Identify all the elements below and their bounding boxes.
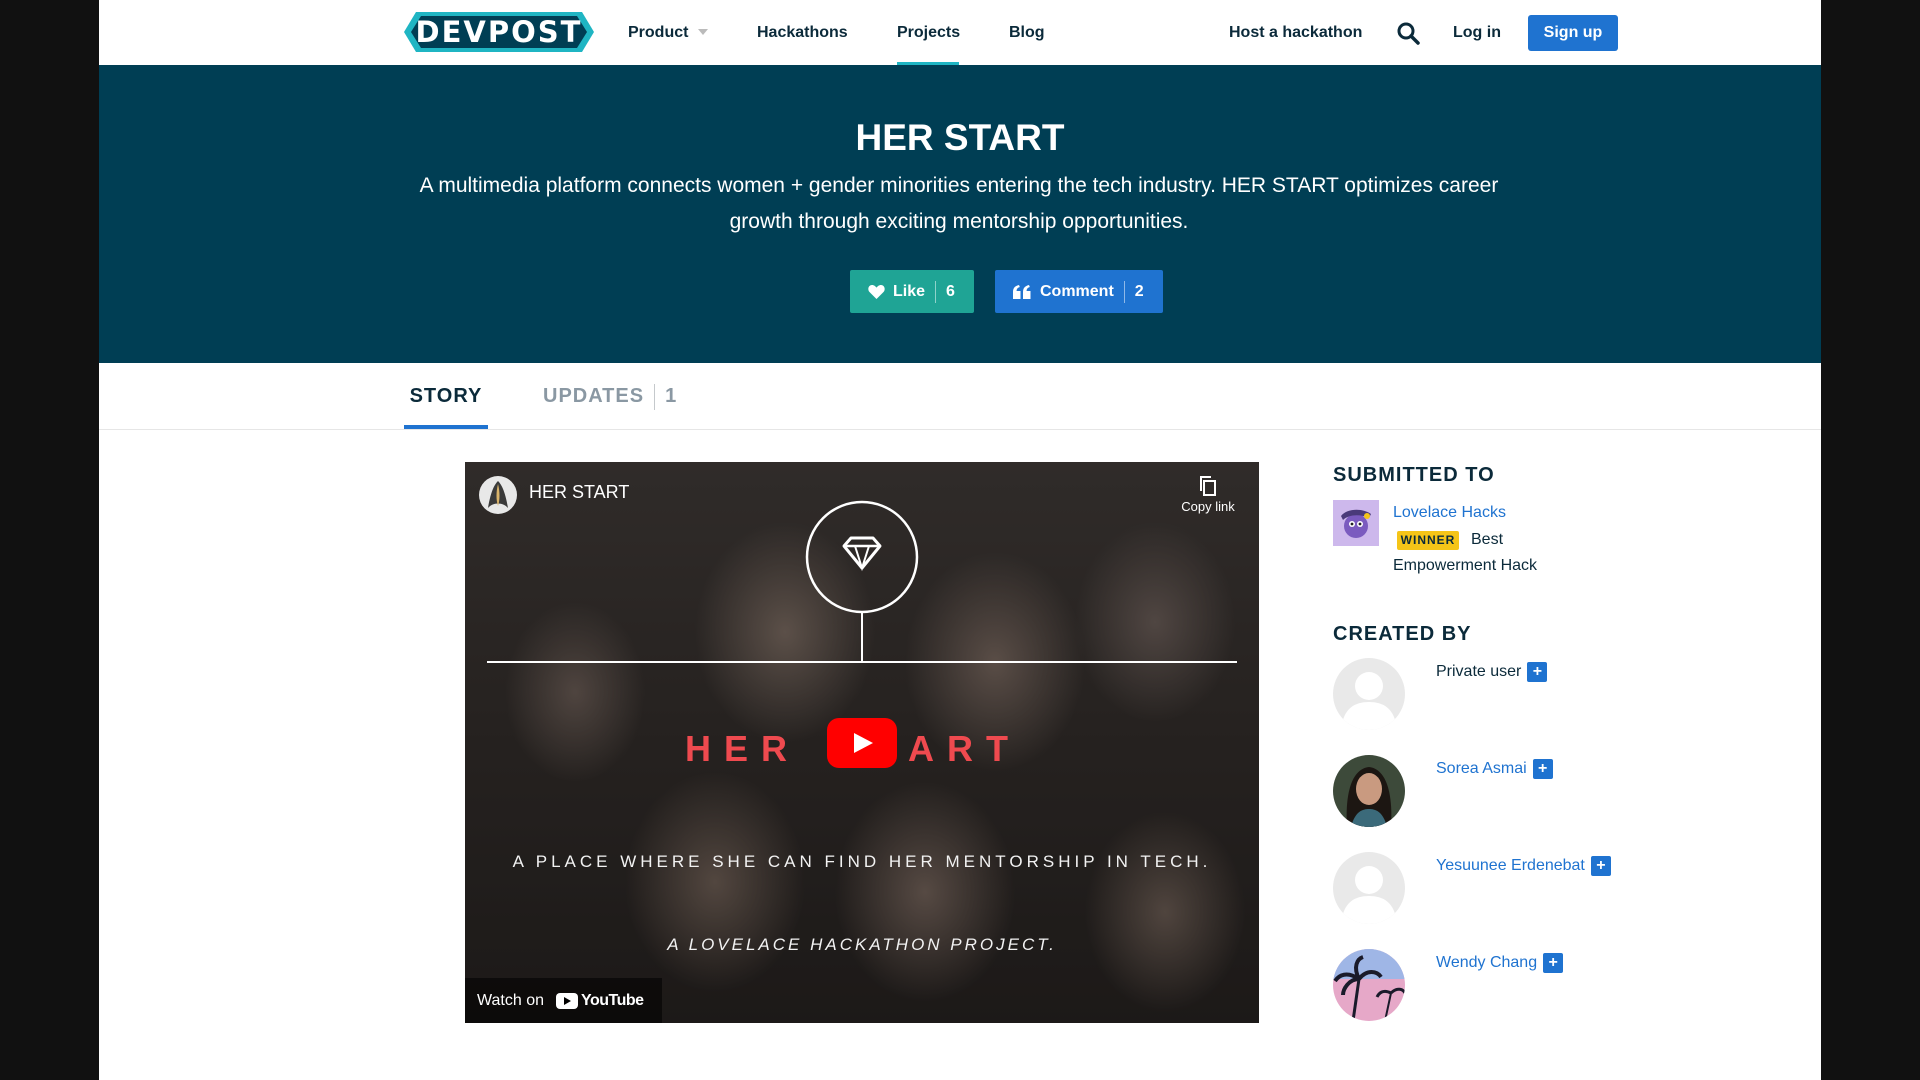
- tab-story[interactable]: STORY: [404, 363, 488, 429]
- submitted-to-heading: SUBMITTED TO: [1333, 464, 1495, 486]
- divider: [654, 383, 656, 410]
- nav-product-label: Product: [628, 24, 689, 41]
- video-subtagline: A LOVELACE HACKATHON PROJECT.: [667, 935, 1057, 954]
- video-brand-text-right: ART: [908, 728, 1021, 769]
- palm-tree-photo-icon: [1333, 949, 1405, 1021]
- hackathon-logo[interactable]: [1333, 500, 1379, 546]
- default-user-icon: [1333, 658, 1405, 730]
- prize-name-line1: Best: [1471, 531, 1504, 548]
- project-tabs: STORY UPDATES 1: [99, 363, 1821, 430]
- member-yesuunee-erdenebat[interactable]: Yesuunee Erdenebat +: [1436, 856, 1611, 876]
- divider: [935, 280, 937, 303]
- nav-blog[interactable]: Blog: [1009, 0, 1045, 65]
- youtube-play-icon: [556, 992, 578, 1009]
- video-tagline: A PLACE WHERE SHE CAN FIND HER MENTORSHI…: [512, 852, 1212, 871]
- created-by-heading: CREATED BY: [1333, 623, 1472, 645]
- logo-text: DEVPOST: [415, 15, 583, 49]
- user-photo-icon: [1333, 755, 1405, 827]
- video-title[interactable]: HER START: [529, 482, 629, 503]
- watch-on-youtube-button[interactable]: Watch on YouTube: [465, 978, 662, 1023]
- follow-plus-button[interactable]: +: [1527, 662, 1548, 682]
- member-name: Yesuunee Erdenebat: [1436, 857, 1585, 875]
- devpost-logo[interactable]: DEVPOST: [404, 12, 594, 52]
- copy-link-button[interactable]: Copy link: [1165, 476, 1251, 514]
- heart-icon: [868, 285, 885, 299]
- copy-link-label: Copy link: [1181, 499, 1235, 514]
- default-user-icon: [1333, 852, 1405, 924]
- quote-icon: [1013, 284, 1031, 299]
- youtube-wordmark: YouTube: [581, 991, 644, 1009]
- nav-hackathons[interactable]: Hackathons: [757, 0, 848, 65]
- member-private-user: Private user +: [1436, 662, 1548, 682]
- project-header: HER START A multimedia platform connects…: [99, 65, 1821, 363]
- nav-product[interactable]: Product: [628, 0, 709, 65]
- divider: [1123, 280, 1125, 303]
- avatar[interactable]: [1333, 949, 1405, 1021]
- nav-projects[interactable]: Projects: [897, 0, 960, 65]
- project-title: HER START: [855, 117, 1065, 158]
- like-button[interactable]: Like 6: [850, 270, 974, 313]
- avatar[interactable]: [1333, 658, 1405, 730]
- tab-updates-label: UPDATES: [543, 385, 645, 407]
- member-name: Private user: [1436, 663, 1522, 681]
- video-brand-text-left: HER: [685, 728, 801, 769]
- youtube-video-embed[interactable]: HER START Copy link HER ART A PLACE WHER…: [465, 462, 1259, 1023]
- nav-host-hackathon[interactable]: Host a hackathon: [1229, 0, 1362, 65]
- project-tagline: A multimedia platform connects women + g…: [419, 174, 1499, 233]
- top-navbar: DEVPOST Product Hackathons Projects Blog…: [99, 0, 1821, 66]
- chevron-down-icon: [698, 28, 709, 35]
- comment-button[interactable]: Comment 2: [995, 270, 1163, 313]
- follow-plus-button[interactable]: +: [1543, 953, 1564, 973]
- comment-label: Comment: [1040, 282, 1114, 300]
- channel-avatar[interactable]: [479, 476, 517, 514]
- copy-icon: [1200, 476, 1216, 496]
- updates-count: 1: [665, 385, 678, 407]
- follow-plus-button[interactable]: +: [1590, 856, 1611, 876]
- search-icon[interactable]: [1396, 21, 1420, 45]
- prize-name-line2: Empowerment Hack: [1393, 557, 1538, 574]
- like-label: Like: [893, 282, 926, 300]
- like-count: 6: [946, 282, 955, 300]
- youtube-logo: YouTube: [556, 992, 644, 1010]
- avatar[interactable]: [1333, 755, 1405, 827]
- watch-on-label: Watch on: [477, 991, 544, 1009]
- devpost-page: DEVPOST Product Hackathons Projects Blog…: [99, 0, 1821, 1080]
- nav-login[interactable]: Log in: [1453, 0, 1501, 65]
- signup-button[interactable]: Sign up: [1528, 15, 1618, 51]
- member-wendy-chang[interactable]: Wendy Chang +: [1436, 953, 1564, 973]
- comment-count: 2: [1134, 282, 1144, 300]
- follow-plus-button[interactable]: +: [1532, 759, 1553, 779]
- tab-updates[interactable]: UPDATES 1: [543, 363, 677, 429]
- member-name: Wendy Chang: [1436, 954, 1538, 972]
- winner-badge: WINNER: [1397, 531, 1459, 550]
- hackathon-link[interactable]: Lovelace Hacks: [1393, 504, 1506, 522]
- member-sorea-asmai[interactable]: Sorea Asmai +: [1436, 759, 1553, 779]
- member-name: Sorea Asmai: [1436, 760, 1527, 778]
- play-button[interactable]: [827, 718, 897, 768]
- avatar[interactable]: [1333, 852, 1405, 924]
